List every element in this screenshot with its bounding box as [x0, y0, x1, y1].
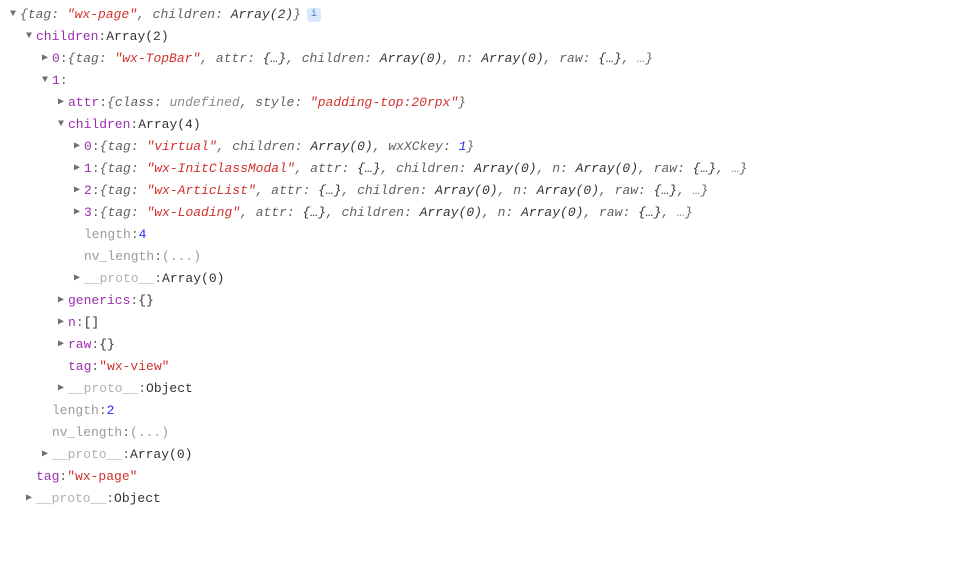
object-preview: {tag: "wx-InitClassModal", attr: {…}, ch…: [100, 158, 748, 180]
tree-row-proto-array[interactable]: ▶ __proto__: Array(0): [8, 444, 959, 466]
prop-key: nv_length: [52, 422, 122, 444]
tree-row-child-0[interactable]: ▶ 0: {tag: "wx-TopBar", attr: {…}, child…: [8, 48, 959, 70]
tree-row-length-4[interactable]: ▶ length: 4: [8, 224, 959, 246]
prop-value: Object: [146, 378, 193, 400]
prop-key: tag: [36, 466, 59, 488]
prop-key: children: [36, 26, 98, 48]
chevron-right-icon[interactable]: ▶: [40, 48, 50, 70]
tree-row-gchild-3[interactable]: ▶ 3: {tag: "wx-Loading", attr: {…}, chil…: [8, 202, 959, 224]
tree-row-gchild-2[interactable]: ▶ 2: {tag: "wx-ArticList", attr: {…}, ch…: [8, 180, 959, 202]
chevron-right-icon[interactable]: ▶: [72, 180, 82, 202]
chevron-right-icon[interactable]: ▶: [56, 312, 66, 334]
prop-key: 0: [52, 48, 60, 70]
chevron-right-icon[interactable]: ▶: [72, 268, 82, 290]
chevron-down-icon[interactable]: ▼: [24, 26, 34, 48]
prop-key: n: [68, 312, 76, 334]
tree-row-tag-wxview[interactable]: ▶ tag: "wx-view": [8, 356, 959, 378]
prop-value: Array(0): [130, 444, 192, 466]
tree-row-child-1[interactable]: ▼ 1:: [8, 70, 959, 92]
info-icon[interactable]: i: [307, 8, 321, 22]
object-preview: {tag: "wx-Loading", attr: {…}, children:…: [100, 202, 693, 224]
tree-row-proto-object-child1[interactable]: ▶ __proto__: Object: [8, 378, 959, 400]
object-preview: {tag: "wx-ArticList", attr: {…}, childre…: [100, 180, 709, 202]
tree-row-generics[interactable]: ▶ generics: {}: [8, 290, 959, 312]
tree-row-attr[interactable]: ▶ attr: {class: undefined, style: "paddi…: [8, 92, 959, 114]
prop-key: length: [84, 224, 131, 246]
tree-row-n[interactable]: ▶ n: []: [8, 312, 959, 334]
prop-value: Array(0): [162, 268, 224, 290]
chevron-down-icon[interactable]: ▼: [8, 4, 18, 26]
tree-row-tag-wxpage[interactable]: ▶ tag: "wx-page": [8, 466, 959, 488]
chevron-right-icon[interactable]: ▶: [56, 92, 66, 114]
prop-key: 0: [84, 136, 92, 158]
tree-row-gchild-1[interactable]: ▶ 1: {tag: "wx-InitClassModal", attr: {……: [8, 158, 959, 180]
prop-key: children: [68, 114, 130, 136]
chevron-down-icon[interactable]: ▼: [56, 114, 66, 136]
chevron-right-icon[interactable]: ▶: [72, 158, 82, 180]
object-preview: {tag: "wx-page", children: Array(2)}: [20, 4, 301, 26]
tree-row-raw[interactable]: ▶ raw: {}: [8, 334, 959, 356]
prop-key: 2: [84, 180, 92, 202]
prop-key: __proto__: [52, 444, 122, 466]
prop-value: {}: [99, 334, 115, 356]
prop-value: Array(4): [138, 114, 200, 136]
prop-key: 1: [84, 158, 92, 180]
tree-row-gchild-0[interactable]: ▶ 0: {tag: "virtual", children: Array(0)…: [8, 136, 959, 158]
prop-key: __proto__: [36, 488, 106, 510]
tree-row-nvlength-inner[interactable]: ▶ nv_length: (...): [8, 246, 959, 268]
prop-value: 4: [139, 224, 147, 246]
prop-value: "wx-page": [67, 466, 137, 488]
prop-value: []: [84, 312, 100, 334]
getter-placeholder[interactable]: (...): [162, 246, 201, 268]
prop-key: attr: [68, 92, 99, 114]
prop-key: tag: [68, 356, 91, 378]
chevron-right-icon[interactable]: ▶: [72, 202, 82, 224]
prop-value: 2: [107, 400, 115, 422]
prop-key: length: [52, 400, 99, 422]
prop-value: Object: [114, 488, 161, 510]
prop-key: 1: [52, 70, 60, 92]
chevron-right-icon[interactable]: ▶: [72, 136, 82, 158]
chevron-right-icon[interactable]: ▶: [56, 334, 66, 356]
tree-row-root[interactable]: ▼ {tag: "wx-page", children: Array(2)} i: [8, 4, 959, 26]
prop-key: __proto__: [84, 268, 154, 290]
chevron-down-icon[interactable]: ▼: [40, 70, 50, 92]
prop-value: "wx-view": [99, 356, 169, 378]
prop-value: {}: [138, 290, 154, 312]
prop-key: 3: [84, 202, 92, 224]
object-preview: {class: undefined, style: "padding-top:2…: [107, 92, 466, 114]
tree-row-proto-object-root[interactable]: ▶ __proto__: Object: [8, 488, 959, 510]
tree-row-length-2[interactable]: ▶ length: 2: [8, 400, 959, 422]
tree-row-nvlength[interactable]: ▶ nv_length: (...): [8, 422, 959, 444]
object-preview: {tag: "wx-TopBar", attr: {…}, children: …: [68, 48, 653, 70]
prop-value: Array(2): [106, 26, 168, 48]
chevron-right-icon[interactable]: ▶: [40, 444, 50, 466]
chevron-right-icon[interactable]: ▶: [56, 290, 66, 312]
chevron-right-icon[interactable]: ▶: [24, 488, 34, 510]
tree-row-children-inner[interactable]: ▼ children: Array(4): [8, 114, 959, 136]
tree-row-proto-array-inner[interactable]: ▶ __proto__: Array(0): [8, 268, 959, 290]
tree-row-children[interactable]: ▼ children: Array(2): [8, 26, 959, 48]
prop-key: nv_length: [84, 246, 154, 268]
prop-key: raw: [68, 334, 91, 356]
prop-key: generics: [68, 290, 130, 312]
object-preview: {tag: "virtual", children: Array(0), wxX…: [100, 136, 475, 158]
prop-key: __proto__: [68, 378, 138, 400]
chevron-right-icon[interactable]: ▶: [56, 378, 66, 400]
getter-placeholder[interactable]: (...): [130, 422, 169, 444]
